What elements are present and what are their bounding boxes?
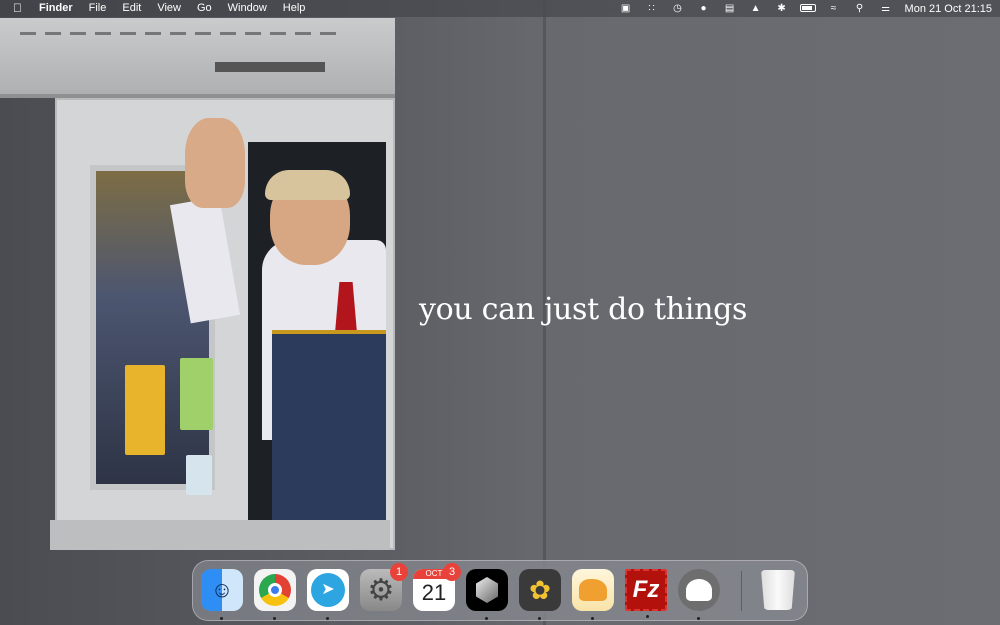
menu-window[interactable]: Window xyxy=(220,0,275,17)
menu-view[interactable]: View xyxy=(149,0,189,17)
dock-ulysses[interactable]: ✿ xyxy=(519,569,561,620)
dock-calendar[interactable]: OCT 21 3 xyxy=(413,563,461,611)
dock-separator xyxy=(741,571,742,611)
control-center-icon[interactable]: ⚌ xyxy=(873,0,899,17)
apple-icon[interactable]:  xyxy=(0,0,31,17)
window-sill xyxy=(50,520,390,550)
menu-app-name[interactable]: Finder xyxy=(31,0,81,17)
drive-icon[interactable]: ▣ xyxy=(613,0,639,17)
search-icon[interactable]: ⚲ xyxy=(847,0,873,17)
apron xyxy=(272,330,386,520)
settings-badge: 1 xyxy=(390,563,408,581)
dock-tableplus[interactable] xyxy=(572,569,614,620)
finder-icon: ☺ xyxy=(210,577,234,602)
chrome-icon xyxy=(259,574,291,606)
airdrop-icon[interactable]: ▲ xyxy=(743,0,769,17)
gear-icon: ⚙ xyxy=(367,573,395,607)
timer-icon[interactable]: ◷ xyxy=(665,0,691,17)
dock-system-settings[interactable]: ⚙ 1 xyxy=(360,563,408,611)
bluetooth-icon[interactable]: ✱ xyxy=(769,0,795,17)
menu-help[interactable]: Help xyxy=(275,0,314,17)
dock-finder[interactable]: ☺ xyxy=(201,569,243,620)
desktop-wallpaper: you can just do things xyxy=(0,0,1000,625)
notification-icon[interactable]: ● xyxy=(691,0,717,17)
control-icon[interactable]: ∷ xyxy=(639,0,665,17)
elephant-icon xyxy=(686,579,712,601)
dock-telegram[interactable]: ➤ xyxy=(307,569,349,620)
trash-icon xyxy=(761,570,795,610)
cube-icon xyxy=(476,577,498,603)
bed-icon[interactable]: ▤ xyxy=(717,0,743,17)
person-hand xyxy=(185,118,245,208)
wallpaper-quote: you can just do things xyxy=(419,292,748,327)
calendar-day: 21 xyxy=(421,580,447,605)
menu-edit[interactable]: Edit xyxy=(114,0,149,17)
dock-mamp[interactable] xyxy=(678,569,720,620)
calendar-badge: 3 xyxy=(443,563,461,581)
butterfly-icon: ✿ xyxy=(529,574,551,605)
dock-cube-app[interactable] xyxy=(466,569,508,620)
filezilla-icon: Fz xyxy=(632,576,660,603)
dock-chrome[interactable] xyxy=(254,569,296,620)
dock: ☺ ➤ ⚙ 1 OCT 21 3 ✿ Fz xyxy=(192,560,808,621)
dock-trash[interactable] xyxy=(757,569,799,611)
elephant-icon xyxy=(579,579,607,601)
window-awning xyxy=(0,18,395,98)
menu-bar:  Finder File Edit View Go Window Help ▣… xyxy=(0,0,1000,17)
wifi-icon[interactable]: ≈ xyxy=(821,0,847,17)
person-hair xyxy=(265,170,350,200)
battery-icon[interactable] xyxy=(795,0,821,17)
menu-go[interactable]: Go xyxy=(189,0,220,17)
dock-filezilla[interactable]: Fz xyxy=(625,569,667,618)
clock[interactable]: Mon 21 Oct 21:15 xyxy=(905,3,992,15)
telegram-icon: ➤ xyxy=(311,573,345,607)
menu-file[interactable]: File xyxy=(81,0,115,17)
